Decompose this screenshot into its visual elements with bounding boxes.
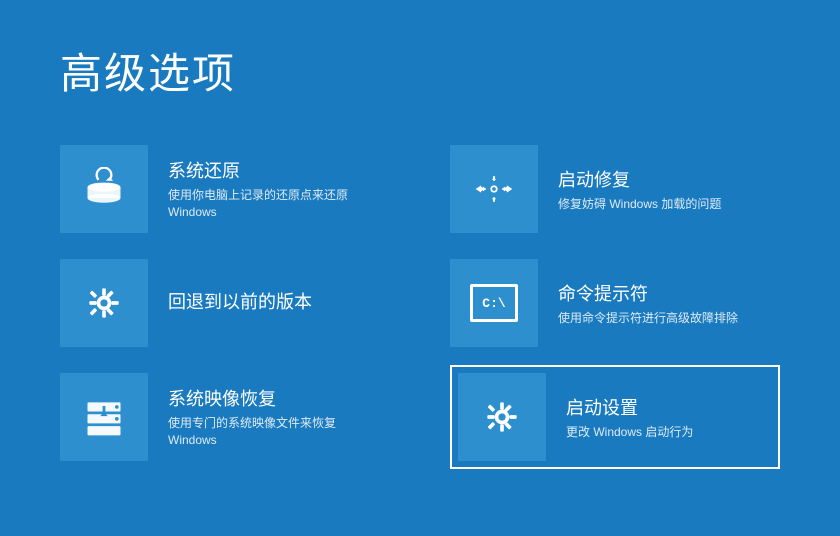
system-image-desc: 使用专门的系统映像文件来恢复 Windows [168, 415, 336, 449]
go-back-icon [82, 281, 126, 325]
startup-settings-text: 启动设置 更改 Windows 启动行为 [566, 394, 693, 441]
go-back-icon-box [60, 259, 148, 347]
startup-settings-icon-box [458, 373, 546, 461]
system-restore-icon-box [60, 145, 148, 233]
command-prompt-text: 命令提示符 使用命令提示符进行高级故障排除 [558, 280, 738, 327]
startup-settings-desc: 更改 Windows 启动行为 [566, 424, 693, 441]
system-restore-text: 系统还原 使用你电脑上记录的还原点来还原 Windows [168, 157, 348, 221]
system-image-icon-box [60, 373, 148, 461]
system-restore-desc: 使用你电脑上记录的还原点来还原 Windows [168, 187, 348, 221]
startup-repair-icon [472, 167, 516, 211]
system-image-text: 系统映像恢复 使用专门的系统映像文件来恢复 Windows [168, 385, 336, 449]
system-image-title: 系统映像恢复 [168, 385, 336, 411]
startup-repair-text: 启动修复 修复妨碍 Windows 加载的问题 [558, 166, 721, 213]
command-prompt-desc: 使用命令提示符进行高级故障排除 [558, 310, 738, 327]
options-grid: 系统还原 使用你电脑上记录的还原点来还原 Windows [60, 137, 780, 469]
startup-repair-title: 启动修复 [558, 166, 721, 192]
startup-settings-title: 启动设置 [566, 394, 693, 420]
startup-repair-icon-box [450, 145, 538, 233]
command-prompt-icon-box: C:\ [450, 259, 538, 347]
go-back-text: 回退到以前的版本 [168, 288, 312, 318]
page-title: 高级选项 [60, 40, 780, 101]
system-image-icon [82, 395, 126, 439]
option-system-image[interactable]: 系统映像恢复 使用专门的系统映像文件来恢复 Windows [60, 365, 390, 469]
option-startup-repair[interactable]: 启动修复 修复妨碍 Windows 加载的问题 [450, 137, 780, 241]
option-command-prompt[interactable]: C:\ 命令提示符 使用命令提示符进行高级故障排除 [450, 251, 780, 355]
system-restore-title: 系统还原 [168, 157, 348, 183]
option-startup-settings[interactable]: 启动设置 更改 Windows 启动行为 [450, 365, 780, 469]
option-go-back[interactable]: 回退到以前的版本 [60, 251, 390, 355]
go-back-title: 回退到以前的版本 [168, 288, 312, 314]
command-prompt-title: 命令提示符 [558, 280, 738, 306]
option-system-restore[interactable]: 系统还原 使用你电脑上记录的还原点来还原 Windows [60, 137, 390, 241]
restore-icon [82, 167, 126, 211]
page-container: 高级选项 系统还原 使用你电脑上记录的还原点来还原 Window [0, 0, 840, 536]
cmd-icon: C:\ [470, 284, 518, 322]
startup-settings-icon [480, 395, 524, 439]
startup-repair-desc: 修复妨碍 Windows 加载的问题 [558, 196, 721, 213]
